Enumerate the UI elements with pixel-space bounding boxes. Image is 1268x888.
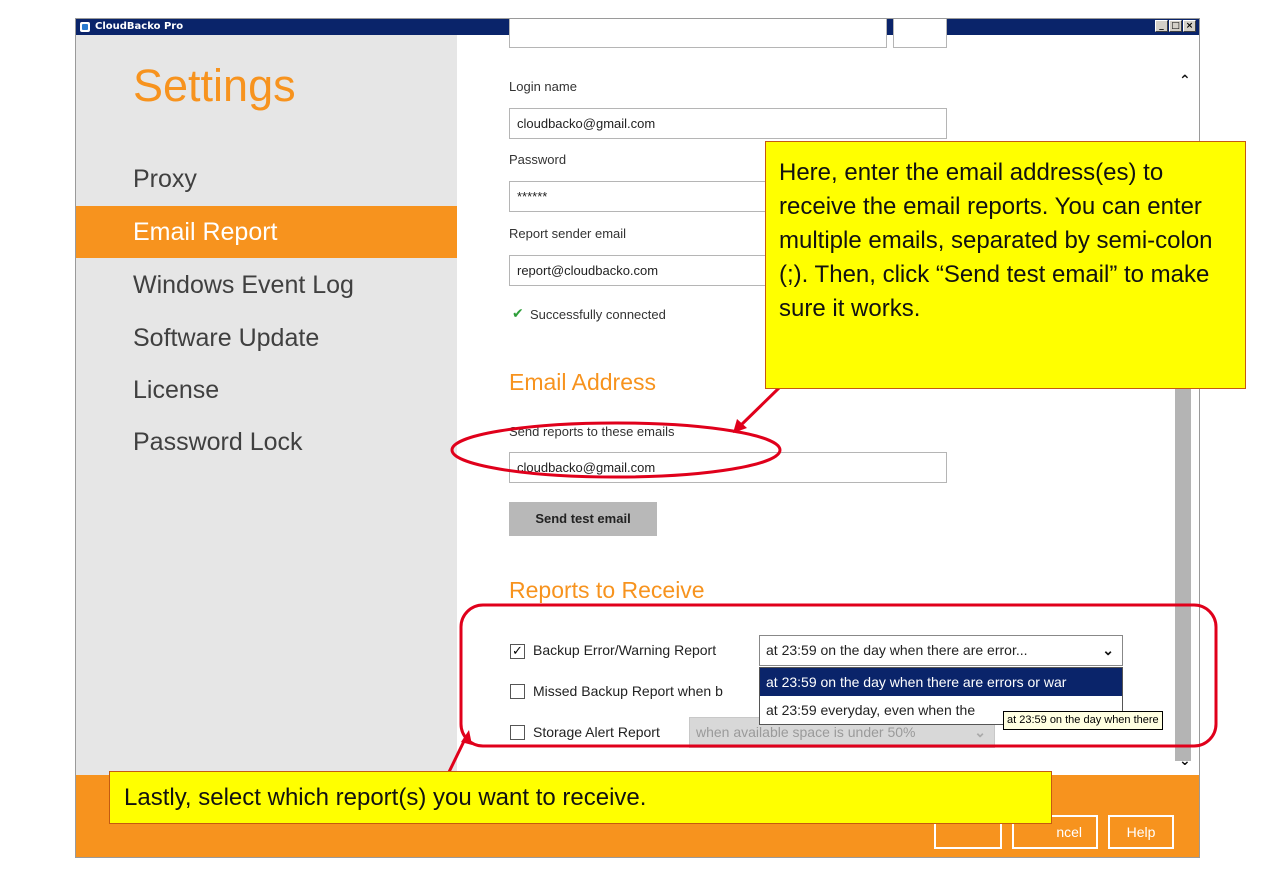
backup-error-schedule-select[interactable]: at 23:59 on the day when there are error…: [759, 635, 1123, 666]
storage-alert-selected-value: when available space is under 50%: [696, 724, 916, 740]
connection-status: Successfully connected: [530, 307, 666, 322]
sender-email-label: Report sender email: [509, 226, 627, 241]
reports-section-title: Reports to Receive: [509, 577, 705, 603]
backup-error-checkbox[interactable]: ✓: [510, 644, 525, 659]
dropdown-option[interactable]: at 23:59 on the day when there are error…: [760, 668, 1122, 696]
window-title: CloudBacko Pro: [95, 21, 184, 32]
password-label: Password: [509, 152, 567, 167]
sidebar-item-license[interactable]: License: [76, 364, 457, 416]
email-address-section-title: Email Address: [509, 369, 657, 395]
smtp-server-field-cut[interactable]: [509, 19, 887, 48]
smtp-port-field-cut[interactable]: [893, 19, 947, 48]
sidebar-item-windows-event-log[interactable]: Windows Event Log: [76, 259, 457, 311]
storage-alert-checkbox[interactable]: [510, 725, 525, 740]
cloudbacko-logo-icon: [80, 22, 90, 32]
sidebar-item-password-lock[interactable]: Password Lock: [76, 416, 457, 468]
scroll-up-arrow-icon[interactable]: ⌃: [1179, 73, 1191, 89]
missed-backup-label: Missed Backup Report when b: [533, 683, 723, 699]
backup-error-selected-value: at 23:59 on the day when there are error…: [766, 642, 1028, 658]
chevron-down-icon: ⌄: [1102, 642, 1114, 658]
recipients-field[interactable]: cloudbacko@gmail.com: [509, 452, 947, 483]
login-name-label: Login name: [509, 79, 577, 94]
instruction-callout-email: Here, enter the email address(es) to rec…: [765, 141, 1246, 389]
maximize-button[interactable]: □: [1169, 20, 1182, 32]
close-button[interactable]: ×: [1183, 20, 1196, 32]
storage-alert-label: Storage Alert Report: [533, 724, 660, 740]
help-button[interactable]: Help: [1108, 815, 1174, 849]
sidebar-title: Settings: [133, 60, 296, 111]
send-test-email-button[interactable]: Send test email: [509, 502, 657, 536]
missed-backup-checkbox[interactable]: [510, 684, 525, 699]
minimize-button[interactable]: _: [1155, 20, 1168, 32]
scroll-down-arrow-icon[interactable]: ⌄: [1179, 753, 1191, 769]
instruction-callout-reports: Lastly, select which report(s) you want …: [109, 771, 1052, 824]
check-icon: ✔: [512, 306, 524, 322]
settings-sidebar: Settings Proxy Email Report Windows Even…: [76, 35, 457, 775]
backup-error-label: Backup Error/Warning Report: [533, 642, 717, 658]
login-name-field[interactable]: cloudbacko@gmail.com: [509, 108, 947, 139]
recipients-label: Send reports to these emails: [509, 424, 675, 439]
sidebar-item-software-update[interactable]: Software Update: [76, 312, 457, 364]
option-tooltip: at 23:59 on the day when there: [1003, 711, 1163, 730]
sidebar-item-email-report[interactable]: Email Report: [76, 206, 457, 258]
sidebar-item-proxy[interactable]: Proxy: [76, 153, 457, 205]
